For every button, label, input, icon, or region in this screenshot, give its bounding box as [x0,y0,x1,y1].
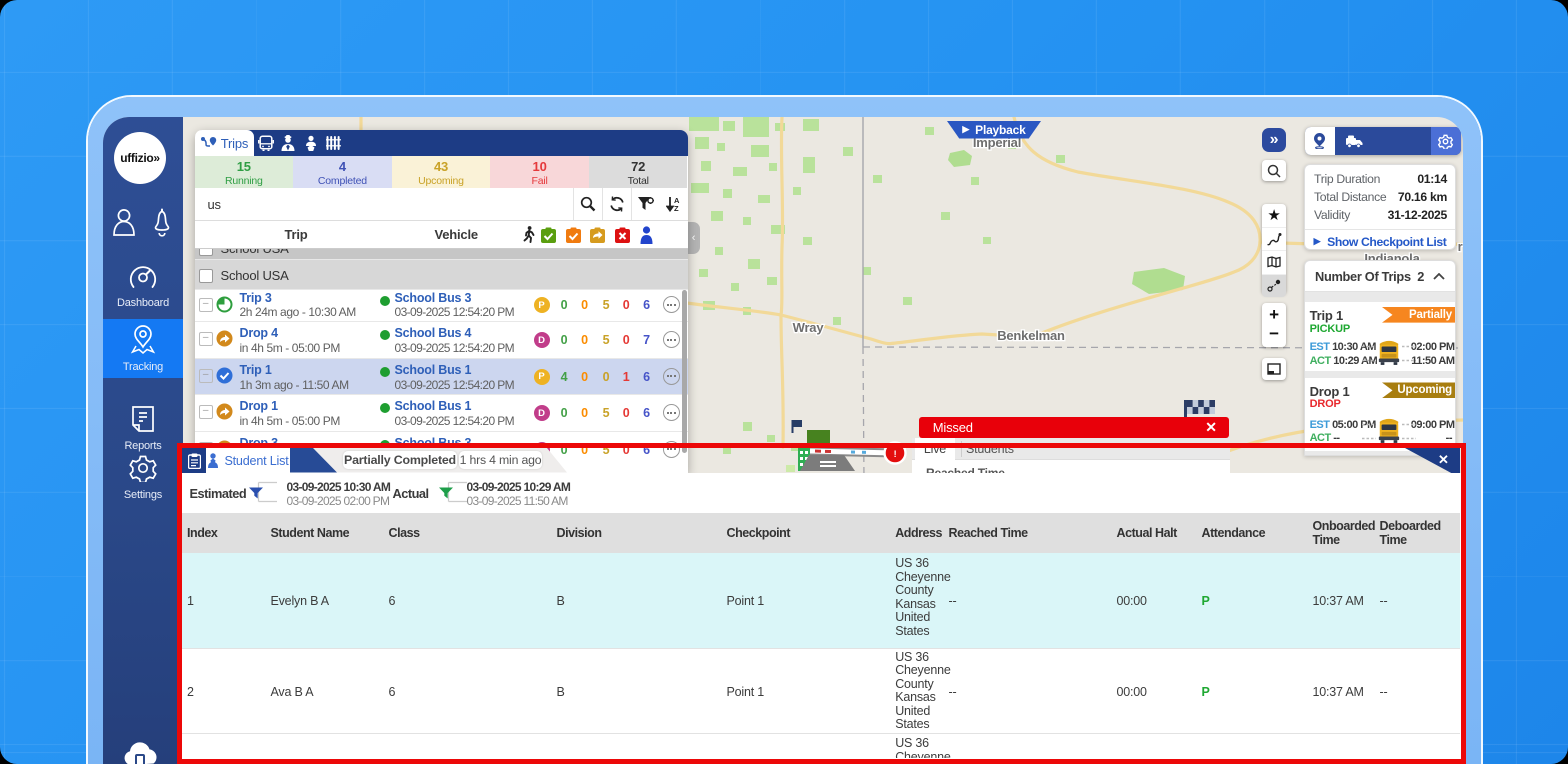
svg-text:Benkelman: Benkelman [997,328,1065,343]
svg-text:Z: Z [674,204,679,212]
svg-text:Wray: Wray [793,320,825,335]
svg-text:r: r [1458,239,1463,254]
